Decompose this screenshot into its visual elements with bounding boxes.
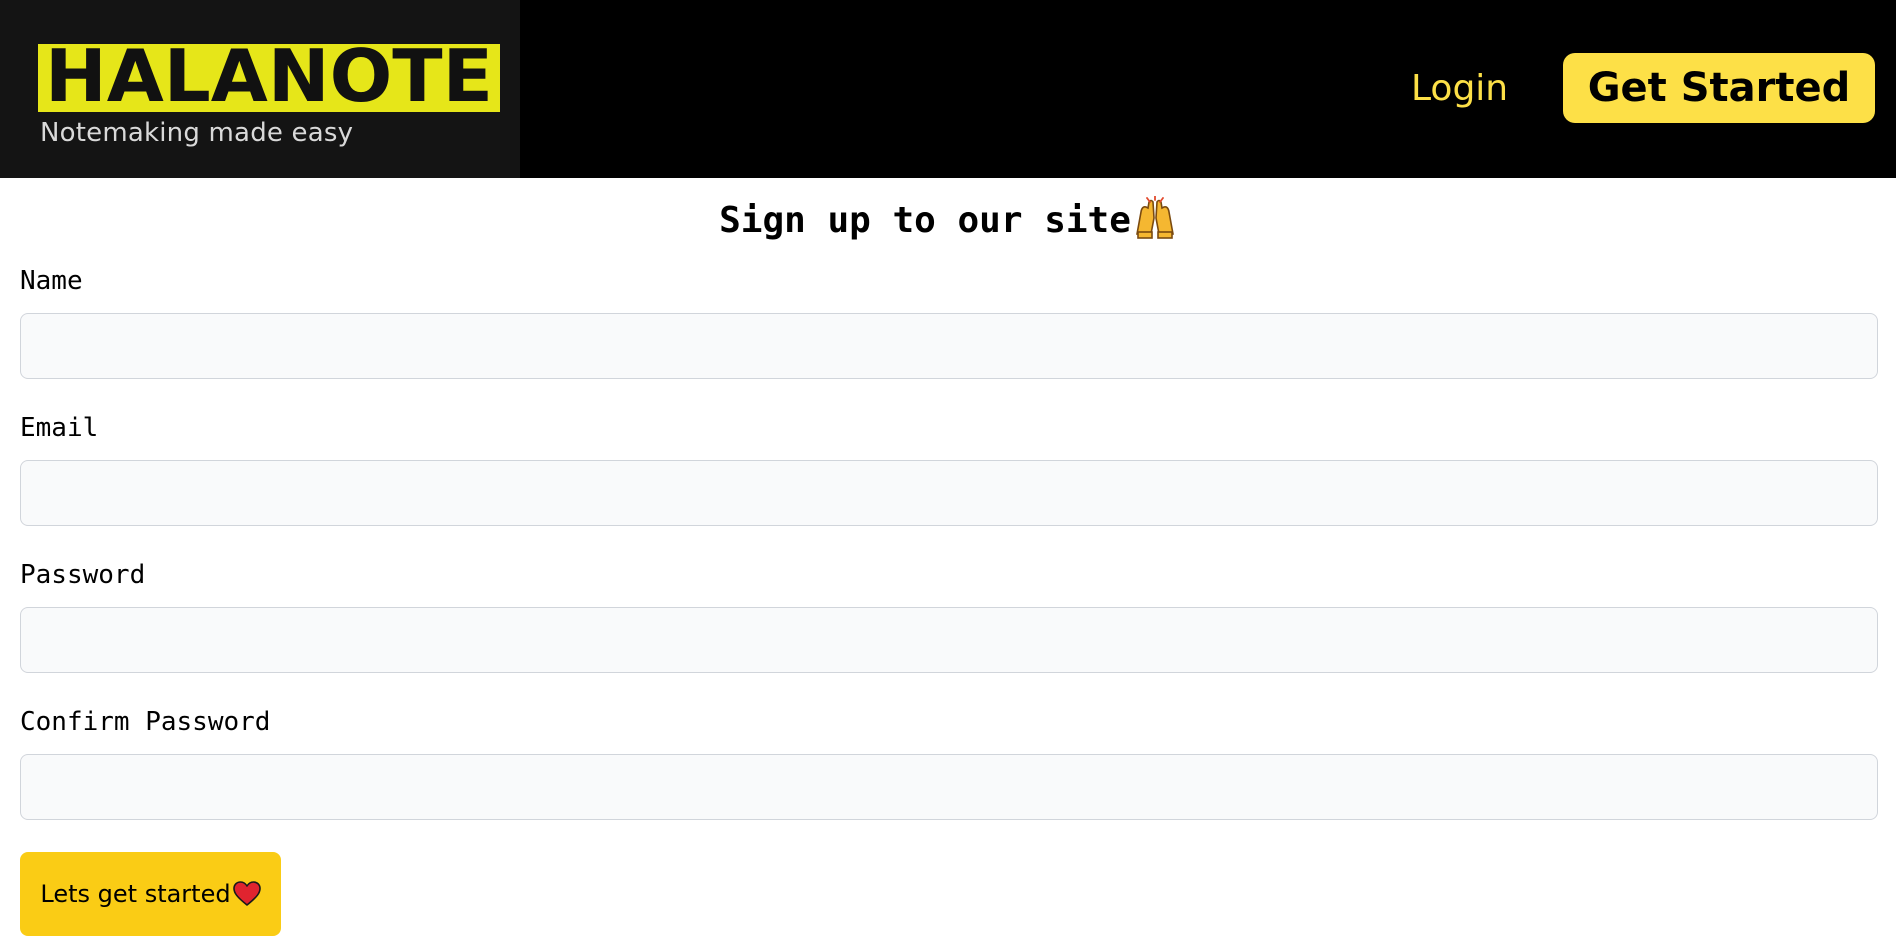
raising-hands-icon (1135, 196, 1174, 239)
logo-tagline: Notemaking made easy (40, 118, 354, 148)
login-link[interactable]: Login (1411, 68, 1508, 109)
password-field[interactable] (20, 607, 1878, 673)
navbar: HALANOTE Notemaking made easy Login Get … (0, 0, 1896, 178)
name-label: Name (20, 266, 83, 296)
password-label: Password (20, 560, 146, 590)
get-started-button[interactable]: Get Started (1563, 53, 1875, 123)
submit-button[interactable]: Lets get started (20, 852, 281, 936)
confirm-password-label: Confirm Password (20, 707, 271, 737)
email-label: Email (20, 413, 99, 443)
email-field[interactable] (20, 460, 1878, 526)
logo[interactable]: HALANOTE Notemaking made easy (0, 0, 520, 178)
page-title: Sign up to our site (0, 196, 1896, 246)
submit-button-label: Lets get started (40, 880, 231, 908)
logo-text: HALANOTE (45, 44, 493, 112)
confirm-password-field[interactable] (20, 754, 1878, 820)
logo-wordmark: HALANOTE (38, 44, 500, 112)
heart-icon (232, 881, 261, 906)
name-field[interactable] (20, 313, 1878, 379)
page-title-text: Sign up to our site (719, 200, 1131, 241)
